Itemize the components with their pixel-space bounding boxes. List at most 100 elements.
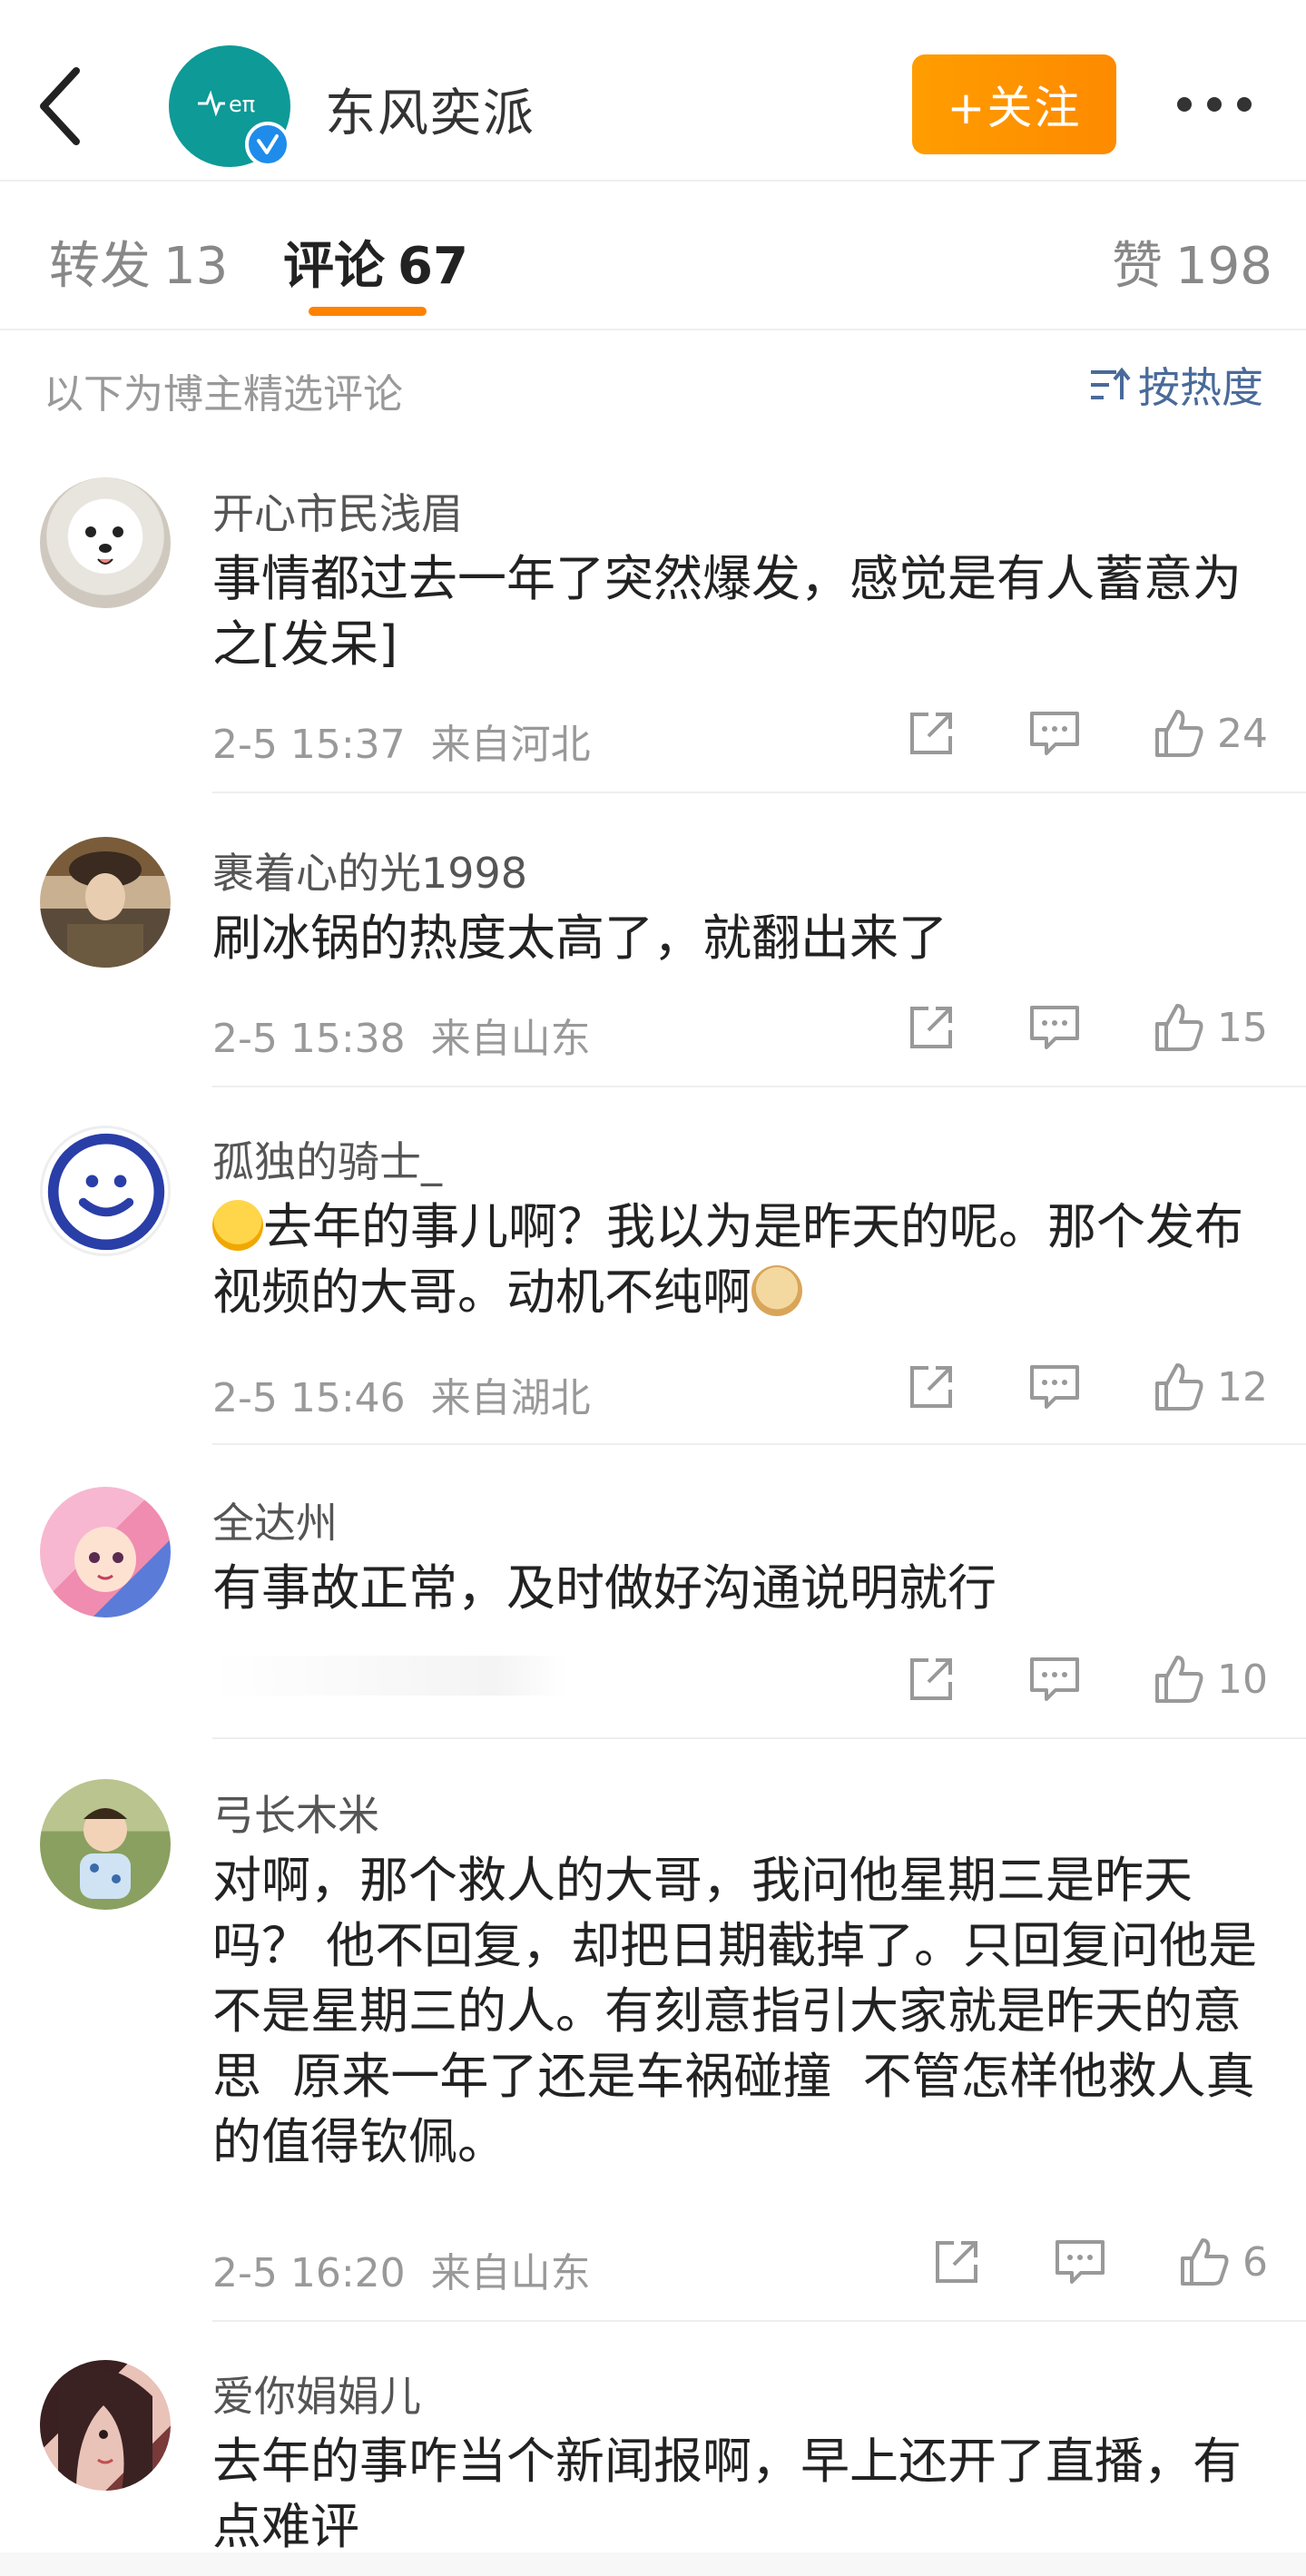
comment-item: 孤独的骑士_ 去年的事儿啊？我以为是昨天的呢。那个发布视频的大哥。动机不纯啊 2… [0,1126,1306,1445]
like-icon [1181,2238,1229,2286]
like-button[interactable]: 24 [1154,708,1268,759]
comment-icon [1030,1006,1079,1049]
comment-text-body: 去年的事儿啊？我以为是昨天的呢。那个发布视频的大哥。动机不纯啊 [212,1198,1243,1321]
tab-comment[interactable]: 评论 67 [283,225,468,299]
avatar[interactable] [40,1779,171,1910]
back-arrow-icon[interactable] [36,65,91,147]
tab-repost[interactable]: 转发 13 [49,225,228,299]
comment-location: 来自河北 [430,722,591,768]
brand-logo-icon: eπ [198,90,255,117]
share-icon [910,1366,952,1408]
like-icon [1155,1656,1203,1703]
comment-username[interactable]: 弓长木米 [212,1783,379,1843]
like-count: 6 [1242,2238,1268,2286]
comment-item: 爱你娟娟儿 去年的事咋当个新闻报啊，早上还开了直播，有点难评 [0,2360,1306,2552]
active-tab-indicator [309,307,427,316]
sort-label: 按热度 [1138,363,1263,412]
share-icon [936,2241,977,2283]
comment-icon [1030,1657,1079,1701]
tab-like-label: 赞 [1112,237,1163,296]
comment-icon [1030,712,1079,755]
comment-time: 2-5 15:46 [212,1375,406,1421]
tab-comment-label: 评论 [283,237,385,296]
comment-location: 来自湖北 [430,1375,591,1421]
tab-repost-label: 转发 [49,237,151,296]
avatar[interactable] [40,2360,171,2491]
tab-repost-count: 13 [163,237,229,296]
comment-time: 2-5 16:20 [212,2250,406,2296]
comment-item: 开心市民浅眉 事情都过去一年了突然爆发，感觉是有人蓄意为之[发呆] 2-5 15… [0,477,1306,795]
share-icon [910,713,952,754]
comment-button[interactable] [1028,1004,1081,1051]
comment-button[interactable] [1028,1656,1081,1703]
avatar[interactable] [40,1126,171,1256]
like-count: 12 [1217,1363,1268,1411]
like-button[interactable]: 6 [1179,2237,1268,2287]
share-button[interactable] [907,1655,956,1704]
verified-icon [245,122,290,167]
comment-location: 来自山东 [430,2250,591,2296]
like-count: 15 [1217,1004,1268,1051]
comment-actions: 6 [859,2235,1268,2289]
share-button[interactable] [907,1003,956,1052]
comment-text: 去年的事儿啊？我以为是昨天的呢。那个发布视频的大哥。动机不纯啊 [212,1195,1265,1325]
comment-time: 2-5 15:38 [212,1016,406,1062]
like-icon [1155,710,1203,757]
avatar[interactable] [40,1487,171,1617]
share-button[interactable] [907,709,956,758]
share-icon [910,1007,952,1048]
top-nav-bar: eπ 东风奕派 +关注 [0,0,1306,182]
comment-text: 去年的事咋当个新闻报啊，早上还开了直播，有点难评 [212,2433,1242,2552]
bottom-input-bar-edge [0,2552,1306,2576]
comment-username[interactable]: 全达州 [212,1490,338,1550]
comment-meta: 2-5 15:37 来自河北 [212,712,591,770]
comment-button[interactable] [1054,2238,1106,2286]
sort-icon [1091,367,1131,399]
comment-actions: 15 [834,1000,1268,1055]
comment-actions: 24 [834,706,1268,761]
follow-button[interactable]: +关注 [912,54,1116,154]
like-button[interactable]: 12 [1154,1362,1268,1412]
like-button[interactable]: 10 [1154,1654,1268,1705]
like-count: 24 [1217,710,1268,757]
divider [212,791,1306,793]
comment-time: 2-5 15:37 [212,722,406,768]
comment-text: 事情都过去一年了突然爆发，感觉是有人蓄意为之[发呆] [212,550,1242,673]
comment-meta: 2-5 15:38 来自山东 [212,1006,591,1064]
comment-item: 全达州 有事故正常，及时做好沟通说明就行 10 [0,1487,1306,1748]
comment-item: 裹着心的光1998 刷冰锅的热度太高了，就翻出来了 2-5 15:38 来自山东… [0,837,1306,1098]
comment-text: 对啊，那个救人的大哥，我问他星期三是昨天吗？ 他不回复，却把日期截掉了。只回复问… [212,1852,1258,2170]
comment-username[interactable]: 孤独的骑士_ [212,1129,442,1189]
comment-icon [1030,1365,1079,1409]
comment-actions: 12 [834,1360,1268,1414]
comment-text: 刷冰锅的热度太高了，就翻出来了 [212,909,948,967]
comment-button[interactable] [1028,710,1081,757]
crying-laugh-emoji-icon [212,1200,263,1251]
avatar[interactable] [40,477,171,608]
brand-name[interactable]: 东风奕派 [325,73,535,146]
sort-button[interactable]: 按热度 [1089,358,1263,412]
svg-text:eπ: eπ [229,92,255,117]
comment-item: 弓长木米 对啊，那个救人的大哥，我问他星期三是昨天吗？ 他不回复，却把日期截掉了… [0,1779,1306,2324]
comment-text: 有事故正常，及时做好沟通说明就行 [212,1559,997,1617]
tab-bar: 转发 13 评论 67 赞 198 [0,182,1306,330]
like-icon [1155,1004,1203,1051]
comment-button[interactable] [1028,1363,1081,1411]
comment-username[interactable]: 开心市民浅眉 [212,481,463,541]
share-icon [910,1658,952,1700]
divider [212,1086,1306,1087]
comment-meta-blurred [212,1656,566,1696]
avatar[interactable] [40,837,171,968]
comment-icon [1056,2240,1105,2284]
comment-actions: 10 [834,1652,1268,1706]
comment-username[interactable]: 爱你娟娟儿 [212,2364,421,2424]
share-button[interactable] [932,2237,981,2286]
comment-username[interactable]: 裹着心的光1998 [212,841,527,900]
tab-like[interactable]: 赞 198 [1112,225,1272,299]
share-button[interactable] [907,1362,956,1411]
more-dots-icon[interactable] [1175,91,1253,118]
like-count: 10 [1217,1656,1268,1703]
featured-comments-bar: 以下为博主精选评论 按热度 [0,345,1306,427]
divider [212,1443,1306,1445]
like-button[interactable]: 15 [1154,1002,1268,1053]
